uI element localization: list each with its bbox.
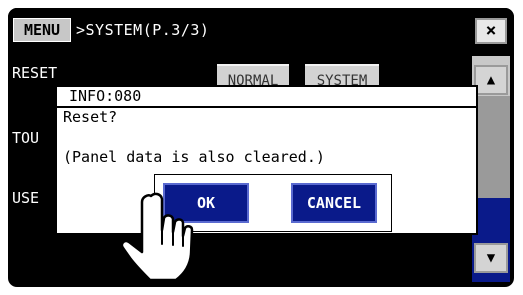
setting-label-user: USE	[12, 189, 40, 207]
dialog-message: Reset?	[63, 108, 118, 126]
triangle-up-icon: ▲	[486, 72, 496, 88]
cancel-button[interactable]: CANCEL	[291, 183, 377, 223]
hand-pointer-icon	[120, 192, 194, 282]
device-screen: MENU >SYSTEM(P.3/3) × RESET NORMAL SYSTE…	[8, 8, 514, 287]
scroll-down-button[interactable]: ▼	[474, 243, 508, 273]
close-button[interactable]: ×	[475, 18, 507, 44]
scroll-up-button[interactable]: ▲	[474, 65, 508, 95]
triangle-down-icon: ▼	[486, 250, 496, 266]
dialog-note: (Panel data is also cleared.)	[63, 148, 325, 166]
breadcrumb: >SYSTEM(P.3/3)	[76, 21, 210, 39]
setting-label-touch: TOU	[12, 129, 40, 147]
setting-label-reset: RESET	[12, 64, 58, 82]
menu-button[interactable]: MENU	[13, 18, 71, 42]
dialog-title: INFO:080	[57, 87, 476, 108]
title-bar: MENU >SYSTEM(P.3/3) ×	[8, 8, 514, 48]
